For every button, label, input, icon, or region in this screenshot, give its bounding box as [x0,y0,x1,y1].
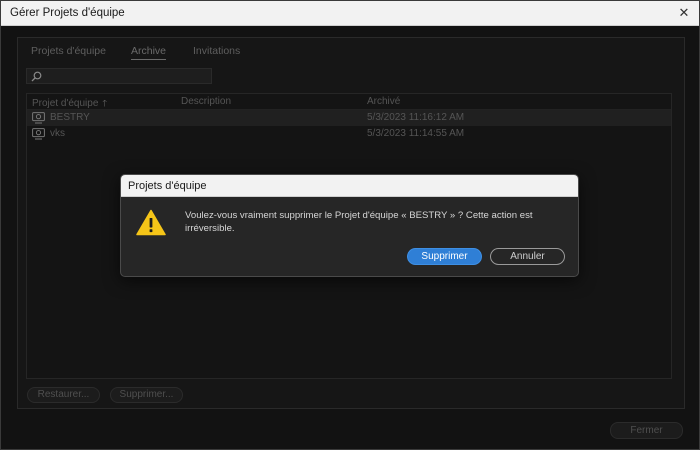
window-title: Gérer Projets d'équipe [10,7,125,19]
search-input[interactable] [45,70,205,82]
dialog-titlebar: Projets d'équipe [121,175,578,197]
team-project-icon [32,112,45,124]
confirm-delete-dialog: Projets d'équipe Voulez-vous vraiment su… [120,174,579,277]
column-label: Projet d'équipe [32,98,99,109]
column-header-description[interactable]: Description [181,96,231,107]
dialog-title: Projets d'équipe [128,180,207,192]
tab-archive[interactable]: Archive [131,45,167,60]
close-icon[interactable]: ✕ [677,6,691,20]
project-archived-date: 5/3/2023 11:16:12 AM [367,112,465,123]
project-archived-date: 5/3/2023 11:14:55 AM [367,128,465,139]
tab-invitations[interactable]: Invitations [193,45,240,57]
table-row[interactable]: vks 5/3/2023 11:14:55 AM [27,126,671,142]
delete-button[interactable]: Supprimer... [110,387,183,403]
sort-ascending-icon: 🡑 [102,98,108,108]
project-name: vks [50,128,65,139]
confirm-delete-button[interactable]: Supprimer [407,248,482,265]
window-titlebar: Gérer Projets d'équipe ✕ [1,1,699,26]
warning-icon [136,209,166,236]
table-header: Projet d'équipe 🡑 Description Archivé [27,94,671,110]
search-box[interactable] [26,68,212,84]
search-icon [31,71,42,82]
column-header-archived[interactable]: Archivé [367,96,400,107]
tab-team-projects[interactable]: Projets d'équipe [31,45,106,57]
project-name: BESTRY [50,112,90,123]
restore-button[interactable]: Restaurer... [27,387,100,403]
dialog-message: Voulez-vous vraiment supprimer le Projet… [185,210,533,234]
table-row[interactable]: BESTRY 5/3/2023 11:16:12 AM [27,110,671,126]
team-project-icon [32,128,45,140]
close-button[interactable]: Fermer [610,422,683,439]
cancel-button[interactable]: Annuler [490,248,565,265]
